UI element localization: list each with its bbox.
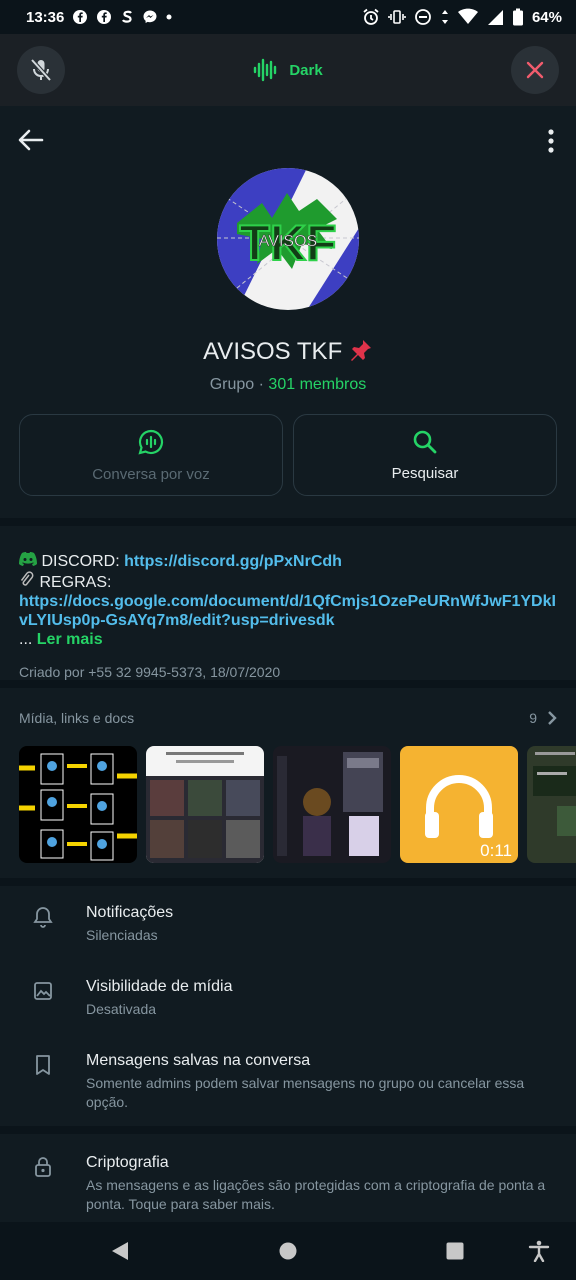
media-title: Mídia, links e docs (19, 710, 135, 726)
image-icon (34, 982, 52, 1000)
screenshot-image (146, 746, 264, 863)
paperclip-icon (20, 571, 34, 586)
dot-icon (166, 14, 172, 20)
group-logo-image: TKF AVISOS (217, 168, 359, 310)
search-button[interactable]: Pesquisar (293, 414, 557, 496)
media-header[interactable]: Mídia, links e docs 9 (19, 710, 557, 726)
discord-link[interactable]: https://discord.gg/pPxNrCdh (124, 553, 342, 570)
encryption-title: Criptografia (86, 1154, 169, 1171)
group-type: Grupo (209, 376, 255, 393)
audio-duration: 0:11 (480, 841, 512, 860)
meta-separator: · (254, 376, 269, 393)
rules-link-ellipsis: ... (19, 631, 37, 648)
saved-messages-setting[interactable]: Mensagens salvas na conversa Somente adm… (0, 1052, 576, 1122)
group-name-text: AVISOS TKF (203, 338, 343, 365)
status-bar: 13:36 64% (0, 0, 576, 34)
media-visibility-title: Visibilidade de mídia (86, 978, 233, 995)
voice-chat-label: Dark (289, 61, 323, 79)
wifi-icon (457, 8, 478, 24)
chat-screenshot-image (527, 746, 576, 863)
saved-messages-description: Somente admins podem salvar mensagens no… (86, 1075, 525, 1110)
messenger-icon (143, 10, 157, 23)
group-name: AVISOS TKF (0, 338, 576, 366)
discord-line: DISCORD: https://discord.gg/pPxNrCdh (19, 552, 557, 571)
media-visibility-status: Desativada (86, 1001, 157, 1017)
more-options-icon[interactable] (546, 128, 556, 154)
waveform-icon (254, 58, 277, 82)
nav-recents-icon[interactable] (445, 1240, 465, 1262)
media-count-wrap: 9 (529, 710, 557, 726)
rules-label: REGRAS: (39, 574, 112, 591)
media-thumbnail[interactable] (527, 746, 576, 863)
bookmark-icon (36, 1055, 50, 1075)
voice-chat-button[interactable]: Conversa por voz (19, 414, 283, 496)
group-header: TKF AVISOS AVISOS TKF Grupo · 301 membro… (0, 106, 576, 518)
lock-icon (35, 1157, 51, 1177)
group-avatar[interactable]: TKF AVISOS (217, 168, 359, 310)
saved-messages-title: Mensagens salvas na conversa (86, 1052, 311, 1069)
svg-text:AVISOS: AVISOS (259, 233, 317, 250)
encryption-setting[interactable]: Criptografia As mensagens e as ligações … (0, 1154, 576, 1214)
notifications-title: Notificações (86, 904, 174, 921)
media-count: 9 (529, 710, 537, 726)
media-thumbnail[interactable] (19, 746, 137, 863)
rules-link-line: https://docs.google.com/document/d/1QfCm… (19, 592, 557, 649)
chat-settings: Notificações Silenciadas Visibilidade de… (0, 886, 576, 1126)
vibrate-icon (388, 10, 406, 24)
facebook-icon (73, 10, 88, 24)
voice-chat-title[interactable]: Dark (253, 58, 323, 82)
discord-icon (19, 552, 37, 566)
back-arrow-icon[interactable] (16, 126, 44, 154)
search-icon (413, 430, 437, 453)
facebook-icon (97, 10, 112, 24)
created-by: Criado por +55 32 9945-5373, 18/07/2020 (19, 664, 281, 680)
close-icon (526, 61, 544, 79)
media-thumbnail[interactable] (273, 746, 391, 863)
notifications-status: Silenciadas (86, 927, 158, 943)
dance-grid-image (19, 746, 137, 863)
pushpin-icon (350, 340, 371, 361)
encryption-info[interactable]: Criptografia As mensagens e as ligações … (0, 1134, 576, 1222)
group-subtitle: Grupo · 301 membros (0, 376, 576, 394)
data-icon (441, 10, 448, 24)
voice-chat-icon (138, 429, 164, 455)
status-time: 13:36 (26, 8, 65, 26)
members-count[interactable]: 301 membros (268, 376, 366, 393)
system-navigation-bar (0, 1222, 576, 1280)
voice-chat-bar: Dark (0, 34, 576, 106)
audio-thumbnail[interactable]: 0:11 (400, 746, 518, 863)
skype-icon (122, 10, 133, 23)
search-button-label: Pesquisar (391, 464, 459, 482)
notifications-setting[interactable]: Notificações Silenciadas (0, 904, 576, 960)
game-ui-image (273, 746, 391, 863)
alarm-icon (363, 8, 379, 25)
group-description[interactable]: DISCORD: https://discord.gg/pPxNrCdh REG… (0, 526, 576, 680)
mute-mic-button[interactable] (17, 46, 65, 94)
encryption-description: As mensagens e as ligações são protegida… (86, 1177, 546, 1212)
signal-icon (487, 10, 503, 25)
accessibility-icon[interactable] (528, 1240, 550, 1262)
battery-level: 64% (531, 8, 562, 26)
media-links-docs: Mídia, links e docs 9 0:11 (0, 688, 576, 878)
bell-icon (33, 907, 53, 928)
notification-icons (72, 9, 172, 25)
media-thumbnails: 0:11 (19, 746, 576, 863)
media-visibility-setting[interactable]: Visibilidade de mídia Desativada (0, 978, 576, 1034)
chevron-right-icon (548, 711, 557, 725)
battery-icon (512, 8, 523, 26)
media-thumbnail[interactable] (146, 746, 264, 863)
system-icons: 64% (362, 8, 562, 26)
rules-line: REGRAS: (19, 571, 557, 592)
nav-back-icon[interactable] (110, 1240, 130, 1262)
discord-label: DISCORD: (41, 553, 120, 570)
voice-chat-button-label: Conversa por voz (92, 465, 210, 483)
dnd-icon (415, 9, 431, 25)
leave-voice-chat-button[interactable] (511, 46, 559, 94)
mic-off-icon (30, 58, 52, 82)
nav-home-icon[interactable] (278, 1240, 298, 1262)
rules-link[interactable]: https://docs.google.com/document/d/1QfCm… (19, 592, 557, 630)
read-more-link[interactable]: Ler mais (37, 631, 103, 648)
